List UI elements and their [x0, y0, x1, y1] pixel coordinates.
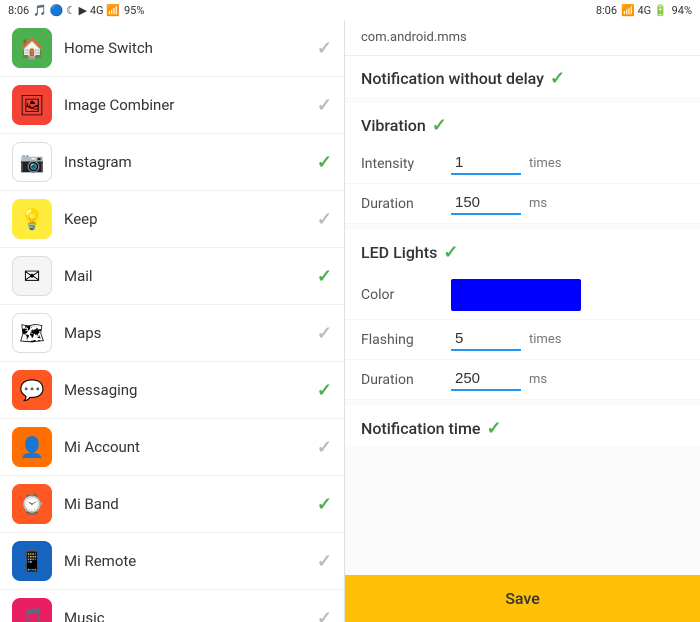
flashing-input[interactable]	[451, 328, 521, 351]
notification-delay-check: ✓	[550, 68, 565, 89]
led-lights-label: LED Lights	[361, 243, 437, 262]
app-icon-instagram: 📷	[12, 142, 52, 182]
icons-left: 🎵 🔵 ☾ ▶ 4G 📶	[33, 4, 120, 17]
app-check-imagecombiner: ✓	[317, 95, 332, 116]
led-lights-check: ✓	[443, 242, 458, 263]
app-item-keep[interactable]: 💡 Keep✓	[0, 191, 344, 248]
battery-left: 95%	[124, 4, 144, 17]
vibration-check: ✓	[432, 115, 447, 136]
app-check-homeswitch: ✓	[317, 38, 332, 59]
color-label: Color	[361, 287, 451, 303]
app-icon-messaging: 💬	[12, 370, 52, 410]
app-check-keep: ✓	[317, 209, 332, 230]
app-item-instagram[interactable]: 📷 Instagram✓	[0, 134, 344, 191]
notification-delay-label: Notification without delay	[361, 69, 544, 88]
app-name-messaging: Messaging	[64, 381, 317, 399]
notification-time-title[interactable]: Notification time ✓	[345, 406, 700, 447]
notification-time-check: ✓	[486, 418, 501, 439]
app-item-music[interactable]: 🎵 Music✓	[0, 590, 344, 622]
save-button[interactable]: Save	[345, 575, 700, 622]
app-item-maps[interactable]: 🗺 Maps✓	[0, 305, 344, 362]
vibration-duration-row: Duration ms	[345, 184, 700, 224]
settings-scroll: com.android.mms Notification without del…	[345, 20, 700, 622]
app-icon-miband: ⌚	[12, 484, 52, 524]
app-check-miremote: ✓	[317, 551, 332, 572]
notification-delay-title[interactable]: Notification without delay ✓	[345, 56, 700, 97]
app-name-mail: Mail	[64, 267, 317, 285]
led-duration-row: Duration ms	[345, 360, 700, 400]
app-list: 🏠Home Switch✓🖼Image Combiner✓📷Instagram✓…	[0, 20, 345, 622]
led-flashing-row: Flashing times	[345, 320, 700, 360]
vibration-section: Vibration ✓ Intensity times Duration ms	[345, 103, 700, 224]
app-name-miaccount: Mi Account	[64, 438, 317, 456]
time-right: 8:06	[596, 4, 617, 17]
app-check-maps: ✓	[317, 323, 332, 344]
intensity-label: Intensity	[361, 156, 451, 172]
intensity-unit: times	[529, 156, 561, 171]
app-icon-miremote: 📱	[12, 541, 52, 581]
app-name-music: Music	[64, 609, 317, 622]
vibration-label: Vibration	[361, 116, 426, 135]
led-duration-label: Duration	[361, 372, 451, 388]
app-icon-music: 🎵	[12, 598, 52, 622]
time-left: 8:06	[8, 4, 29, 17]
app-name-keep: Keep	[64, 210, 317, 228]
icons-right: 📶 4G 🔋	[621, 4, 668, 17]
app-icon-homeswitch: 🏠	[12, 28, 52, 68]
app-name-imagecombiner: Image Combiner	[64, 96, 317, 114]
main-container: 🏠Home Switch✓🖼Image Combiner✓📷Instagram✓…	[0, 20, 700, 622]
app-check-instagram: ✓	[317, 152, 332, 173]
app-name-miband: Mi Band	[64, 495, 317, 513]
status-left: 8:06 🎵 🔵 ☾ ▶ 4G 📶 95%	[8, 4, 144, 17]
app-icon-mail: ✉	[12, 256, 52, 296]
app-item-miaccount[interactable]: 👤 Mi Account✓	[0, 419, 344, 476]
app-item-homeswitch[interactable]: 🏠 Home Switch✓	[0, 20, 344, 77]
spacer	[345, 453, 700, 575]
notification-time-section: Notification time ✓	[345, 406, 700, 447]
vibration-duration-input[interactable]	[451, 192, 521, 215]
app-item-mail[interactable]: ✉ Mail✓	[0, 248, 344, 305]
save-label: Save	[505, 589, 540, 608]
led-duration-input[interactable]	[451, 368, 521, 391]
vibration-duration-unit: ms	[529, 196, 547, 211]
app-name-maps: Maps	[64, 324, 317, 342]
app-check-miband: ✓	[317, 494, 332, 515]
app-check-messaging: ✓	[317, 380, 332, 401]
led-duration-unit: ms	[529, 372, 547, 387]
app-icon-miaccount: 👤	[12, 427, 52, 467]
app-icon-keep: 💡	[12, 199, 52, 239]
led-lights-section: LED Lights ✓ Color Flashing times Durati…	[345, 230, 700, 400]
vibration-duration-label: Duration	[361, 196, 451, 212]
app-item-imagecombiner[interactable]: 🖼 Image Combiner✓	[0, 77, 344, 134]
notification-time-label: Notification time	[361, 419, 480, 438]
app-check-mail: ✓	[317, 266, 332, 287]
flashing-unit: times	[529, 332, 561, 347]
app-name-instagram: Instagram	[64, 153, 317, 171]
led-color-row: Color	[345, 271, 700, 320]
app-name-miremote: Mi Remote	[64, 552, 317, 570]
app-item-miband[interactable]: ⌚ Mi Band✓	[0, 476, 344, 533]
package-name-header: com.android.mms	[345, 20, 700, 56]
led-lights-title[interactable]: LED Lights ✓	[345, 230, 700, 271]
color-swatch[interactable]	[451, 279, 581, 311]
settings-panel: com.android.mms Notification without del…	[345, 20, 700, 622]
notification-delay-section: Notification without delay ✓	[345, 56, 700, 97]
app-item-messaging[interactable]: 💬 Messaging✓	[0, 362, 344, 419]
intensity-input[interactable]	[451, 152, 521, 175]
app-icon-imagecombiner: 🖼	[12, 85, 52, 125]
app-name-homeswitch: Home Switch	[64, 39, 317, 57]
flashing-label: Flashing	[361, 332, 451, 348]
app-check-music: ✓	[317, 608, 332, 622]
vibration-intensity-row: Intensity times	[345, 144, 700, 184]
package-name: com.android.mms	[361, 30, 467, 45]
vibration-title[interactable]: Vibration ✓	[345, 103, 700, 144]
status-bar: 8:06 🎵 🔵 ☾ ▶ 4G 📶 95% 8:06 📶 4G 🔋 94%	[0, 0, 700, 20]
app-check-miaccount: ✓	[317, 437, 332, 458]
app-icon-maps: 🗺	[12, 313, 52, 353]
app-item-miremote[interactable]: 📱 Mi Remote✓	[0, 533, 344, 590]
battery-right: 94%	[672, 4, 692, 17]
status-right: 8:06 📶 4G 🔋 94%	[596, 4, 692, 17]
